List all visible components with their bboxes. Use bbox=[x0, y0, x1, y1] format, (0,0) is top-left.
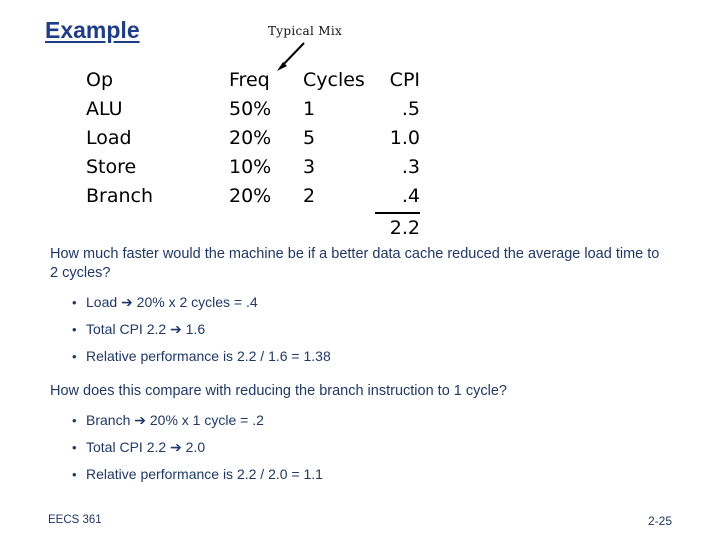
column-header-cpi: CPI bbox=[389, 69, 420, 91]
bullet-icon: • bbox=[72, 467, 77, 482]
question-text-1: How much faster would the machine be if … bbox=[50, 246, 660, 281]
question-text-2: How does this compare with reducing the … bbox=[50, 383, 507, 399]
cell-cycles: 2 bbox=[303, 185, 316, 207]
list-item-label: Total CPI 2.2 ➔ 2.0 bbox=[86, 439, 206, 455]
list-item: • Branch ➔ 20% x 1 cycle = .2 bbox=[50, 407, 670, 434]
slide-canvas: Example Typical Mix Op Freq Cycles CPI A… bbox=[0, 0, 720, 540]
cell-cpi: .4 bbox=[401, 185, 420, 207]
page-title: Example bbox=[45, 17, 140, 43]
cell-op: Load bbox=[86, 127, 132, 149]
list-item-label: Relative performance is 2.2 / 2.0 = 1.1 bbox=[86, 466, 323, 482]
bullet-list-1: • Load ➔ 20% x 2 cycles = .4 • Total CPI… bbox=[50, 289, 670, 370]
list-item-label: Total CPI 2.2 ➔ 1.6 bbox=[86, 321, 206, 337]
list-item: • Relative performance is 2.2 / 1.6 = 1.… bbox=[50, 343, 670, 370]
bullet-icon: • bbox=[72, 440, 77, 455]
cell-freq: 10% bbox=[229, 156, 272, 178]
cell-cpi: .3 bbox=[401, 156, 420, 178]
bullet-icon: • bbox=[72, 322, 77, 337]
bullet-list-2: • Branch ➔ 20% x 1 cycle = .2 • Total CP… bbox=[50, 407, 670, 488]
cell-cpi: 1.0 bbox=[389, 127, 420, 149]
list-item-label: Relative performance is 2.2 / 1.6 = 1.38 bbox=[86, 348, 331, 364]
list-item: • Total CPI 2.2 ➔ 1.6 bbox=[50, 316, 670, 343]
question-block-1: How much faster would the machine be if … bbox=[50, 245, 670, 370]
column-header-op: Op bbox=[86, 69, 114, 91]
cell-total-cpi: 2.2 bbox=[389, 217, 420, 239]
cell-op: ALU bbox=[86, 98, 123, 120]
list-item-label: Load ➔ 20% x 2 cycles = .4 bbox=[86, 294, 258, 310]
footer-page-number: 2-25 bbox=[647, 514, 672, 528]
list-item: • Load ➔ 20% x 2 cycles = .4 bbox=[50, 289, 670, 316]
bullet-icon: • bbox=[72, 295, 77, 310]
cell-freq: 50% bbox=[229, 98, 272, 120]
bullet-icon: • bbox=[72, 413, 77, 428]
list-item: • Relative performance is 2.2 / 2.0 = 1.… bbox=[50, 461, 670, 488]
cell-op: Branch bbox=[86, 185, 154, 207]
cell-cycles: 5 bbox=[303, 127, 316, 149]
bullet-icon: • bbox=[72, 349, 77, 364]
cell-freq: 20% bbox=[229, 185, 272, 207]
list-item-label: Branch ➔ 20% x 1 cycle = .2 bbox=[86, 412, 264, 428]
cell-cycles: 1 bbox=[303, 98, 316, 120]
cell-freq: 20% bbox=[229, 127, 272, 149]
cell-cpi: .5 bbox=[401, 98, 420, 120]
question-block-2: How does this compare with reducing the … bbox=[50, 382, 670, 488]
typical-mix-annotation: Typical Mix bbox=[268, 24, 343, 38]
cell-cycles: 3 bbox=[303, 156, 316, 178]
list-item: • Total CPI 2.2 ➔ 2.0 bbox=[50, 434, 670, 461]
column-header-freq: Freq bbox=[229, 69, 270, 91]
footer-course-label: EECS 361 bbox=[48, 514, 102, 526]
cell-op: Store bbox=[86, 156, 137, 178]
